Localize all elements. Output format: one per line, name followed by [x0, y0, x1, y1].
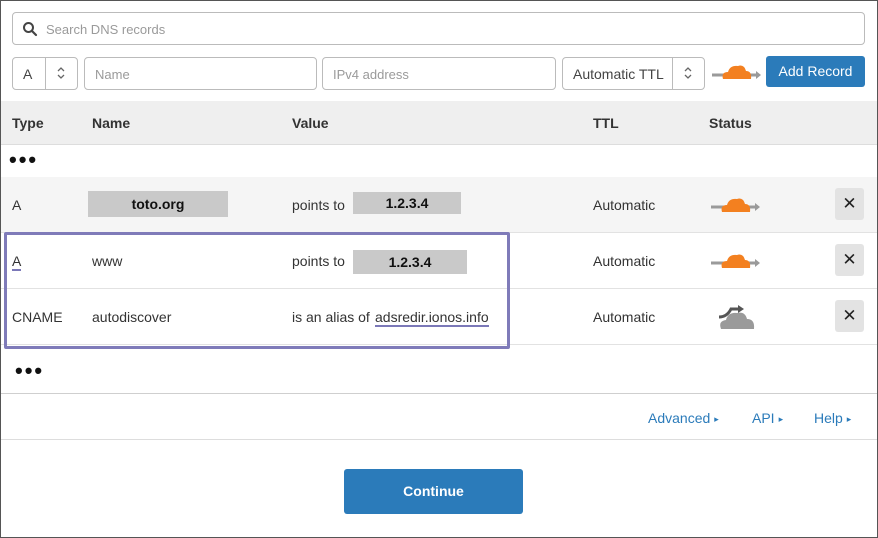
ttl-select[interactable]: Automatic TTL — [562, 57, 705, 90]
ttl-stepper[interactable] — [672, 58, 704, 89]
dns-only-cloud-icon[interactable] — [715, 303, 759, 331]
column-header-type: Type — [12, 115, 44, 131]
ttl-value: Automatic TTL — [573, 66, 664, 82]
api-label: API — [752, 410, 775, 426]
proxy-cloud-toggle-icon[interactable] — [712, 61, 762, 83]
advanced-link[interactable]: Advanced ▸ — [648, 410, 719, 426]
help-link[interactable]: Help ▸ — [814, 410, 851, 426]
value-prefix: points to — [292, 197, 345, 213]
updown-icon — [684, 67, 692, 79]
continue-button[interactable]: Continue — [344, 469, 523, 514]
record-type-value: A — [23, 66, 33, 82]
column-header-ttl: TTL — [593, 115, 619, 131]
table-footer — [1, 394, 877, 440]
proxied-cloud-icon[interactable] — [711, 251, 761, 273]
record-ttl: Automatic — [593, 309, 656, 325]
column-header-value: Value — [292, 115, 329, 131]
search-icon — [23, 22, 38, 37]
record-name: toto.org — [88, 191, 228, 217]
delete-record-button[interactable]: ✕ — [835, 300, 864, 332]
highlight-box — [4, 232, 510, 349]
caret-right-icon: ▸ — [778, 414, 784, 424]
search-placeholder: Search DNS records — [46, 22, 166, 37]
name-placeholder: Name — [95, 67, 130, 82]
close-icon: ✕ — [842, 194, 857, 213]
close-icon: ✕ — [842, 250, 857, 269]
record-value: 1.2.3.4 — [353, 192, 461, 214]
value-placeholder: IPv4 address — [333, 67, 409, 82]
delete-record-button[interactable]: ✕ — [835, 244, 864, 276]
name-input[interactable]: Name — [84, 57, 317, 90]
caret-right-icon: ▸ — [714, 414, 719, 424]
table-header: Type Name Value TTL Status — [1, 101, 877, 145]
ellipsis-top: ••• — [9, 147, 39, 172]
record-type-select[interactable]: A — [12, 57, 78, 90]
caret-right-icon: ▸ — [846, 414, 852, 424]
record-ttl: Automatic — [593, 197, 656, 213]
type-stepper[interactable] — [45, 58, 77, 89]
record-type: A — [12, 197, 22, 213]
column-header-status: Status — [709, 115, 752, 131]
column-header-name: Name — [92, 115, 131, 131]
add-record-button[interactable]: Add Record — [766, 56, 865, 87]
close-icon: ✕ — [842, 306, 857, 325]
help-label: Help — [814, 410, 843, 426]
search-box[interactable]: Search DNS records — [12, 12, 865, 45]
updown-icon — [57, 67, 65, 79]
api-link[interactable]: API ▸ — [752, 410, 783, 426]
record-ttl: Automatic — [593, 253, 656, 269]
delete-record-button[interactable]: ✕ — [835, 188, 864, 220]
proxied-cloud-icon[interactable] — [711, 195, 761, 217]
advanced-label: Advanced — [648, 410, 711, 426]
table-row: A toto.org points to 1.2.3.4 Automatic ✕ — [1, 177, 877, 233]
ellipsis-bottom: ••• — [15, 358, 45, 383]
value-input[interactable]: IPv4 address — [322, 57, 556, 90]
